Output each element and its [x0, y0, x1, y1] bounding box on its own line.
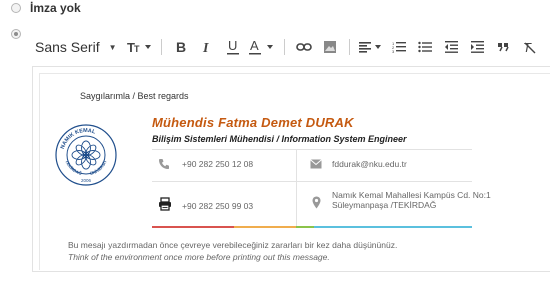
environment-note-tr: Bu mesajı yazdırmadan önce çevreye vereb…	[68, 240, 398, 250]
address-line-2: Süleymanpaşa /TEKİRDAĞ	[332, 200, 437, 210]
underline-icon: U	[226, 39, 239, 55]
numbered-list-icon: 123	[392, 41, 406, 54]
toolbar-divider	[160, 39, 162, 55]
italic-icon: I	[202, 41, 209, 54]
quote-button[interactable]	[490, 36, 516, 58]
address-line-1: Namık Kemal Mahallesi Kampüs Cd. No:1	[332, 190, 491, 200]
divider	[152, 181, 472, 182]
accent-bar-orange	[234, 226, 296, 228]
no-signature-radio[interactable]	[11, 3, 21, 13]
svg-text:T: T	[523, 40, 532, 54]
bold-button[interactable]: B	[168, 36, 194, 58]
remove-formatting-button[interactable]: T	[516, 36, 542, 58]
svg-text:3: 3	[392, 49, 395, 54]
divider	[152, 149, 472, 150]
outdent-icon	[444, 41, 458, 53]
envelope-icon	[310, 159, 322, 169]
signature-name: Mühendis Fatma Demet DURAK	[152, 115, 354, 130]
email-address: fddurak@nku.edu.tr	[332, 159, 407, 169]
printer-icon	[159, 197, 171, 211]
svg-text:B: B	[176, 40, 186, 54]
accent-bar-green	[296, 226, 314, 228]
accent-bar-red	[152, 226, 234, 228]
svg-text:U: U	[228, 39, 237, 53]
fax-number: +90 282 250 99 03	[182, 201, 254, 211]
link-icon	[295, 43, 312, 51]
signature-content: Saygılarımla / Best regards NAMIK KEMAL …	[39, 73, 550, 270]
toolbar-divider	[283, 39, 285, 55]
bold-icon: B	[176, 40, 186, 54]
environment-note-en: Think of the environment once more befor…	[68, 252, 330, 262]
greeting-text: Saygılarımla / Best regards	[80, 91, 189, 101]
signature-radio[interactable]	[11, 29, 21, 39]
phone-icon	[159, 159, 169, 169]
svg-text:I: I	[202, 41, 209, 54]
numbered-list-button[interactable]: 123	[386, 36, 412, 58]
location-pin-icon	[312, 196, 321, 209]
svg-text:A: A	[250, 39, 259, 53]
phone-number: +90 282 250 12 08	[182, 159, 254, 169]
align-left-icon	[358, 42, 381, 53]
insert-link-button[interactable]	[291, 36, 317, 58]
insert-image-button[interactable]	[317, 36, 343, 58]
no-signature-label: İmza yok	[30, 1, 81, 15]
bulleted-list-button[interactable]	[412, 36, 438, 58]
divider	[296, 150, 297, 226]
text-color-button[interactable]: A	[246, 36, 278, 58]
font-family-select[interactable]: Sans Serif ▼	[35, 36, 117, 58]
bulleted-list-icon	[417, 41, 432, 53]
quote-icon	[497, 43, 509, 52]
image-icon	[323, 41, 336, 53]
toolbar-divider	[348, 39, 350, 55]
text-color-icon: A	[248, 39, 273, 55]
italic-button[interactable]: I	[194, 36, 220, 58]
address: Namık Kemal Mahallesi Kampüs Cd. No:1 Sü…	[332, 190, 491, 210]
signature-editor[interactable]: Saygılarımla / Best regards NAMIK KEMAL …	[32, 66, 550, 272]
svg-text:T: T	[134, 44, 140, 54]
underline-button[interactable]: U	[220, 36, 246, 58]
indent-icon	[470, 41, 484, 53]
decrease-indent-button[interactable]	[438, 36, 464, 58]
university-logo: NAMIK KEMAL TEKİRDAĞ ÜNİVERSİTESİ 2006	[55, 124, 117, 186]
chevron-down-icon: ▼	[108, 42, 117, 52]
text-size-icon: T T	[127, 40, 151, 54]
signature-title: Bilişim Sistemleri Mühendisi / Informati…	[152, 134, 407, 144]
formatting-toolbar: Sans Serif ▼ T T B I U A 123 T	[32, 36, 550, 58]
font-size-button[interactable]: T T	[125, 36, 155, 58]
align-button[interactable]	[356, 36, 386, 58]
clear-formatting-icon: T	[523, 40, 536, 54]
logo-year: 2006	[81, 178, 92, 183]
font-family-label: Sans Serif	[35, 39, 100, 55]
accent-bar-blue	[314, 226, 472, 228]
increase-indent-button[interactable]	[464, 36, 490, 58]
